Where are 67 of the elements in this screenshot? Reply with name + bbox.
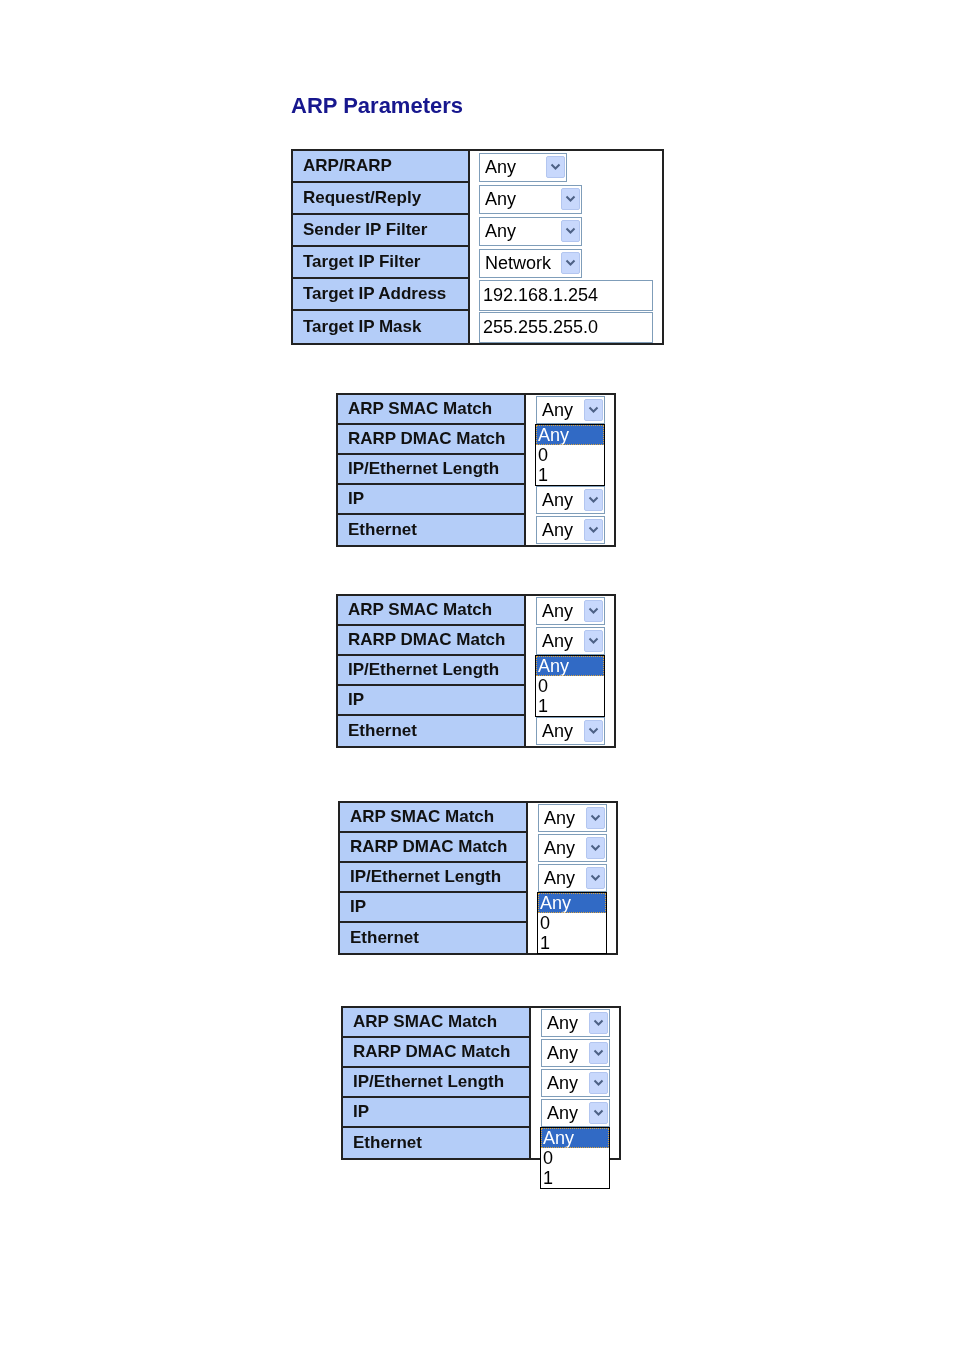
dropdown[interactable]: Any: [538, 804, 607, 832]
chevron-down-icon: [589, 1042, 608, 1064]
field-label: IP: [338, 686, 526, 716]
text-field[interactable]: 192.168.1.254: [479, 279, 653, 311]
field-label: ARP SMAC Match: [340, 803, 528, 833]
chevron-down-icon: [584, 399, 603, 421]
field-label: Target IP Filter: [293, 247, 470, 279]
dropdown[interactable]: Any: [541, 1069, 610, 1097]
dropdown[interactable]: Any: [536, 627, 605, 655]
chevron-down-icon: [586, 837, 605, 859]
dropdown[interactable]: Any: [479, 184, 582, 214]
chevron-down-icon: [584, 489, 603, 511]
field-label: ARP/RARP: [293, 151, 470, 183]
page-title: ARP Parameters: [291, 92, 464, 120]
chevron-down-icon: [561, 220, 580, 242]
chevron-down-icon: [586, 867, 605, 889]
chevron-down-icon: [584, 630, 603, 652]
chevron-down-icon: [589, 1072, 608, 1094]
dropdown[interactable]: Any: [541, 1009, 610, 1037]
field-label: IP/Ethernet Length: [340, 863, 528, 893]
dropdown[interactable]: Any: [479, 152, 567, 182]
field-label: Ethernet: [338, 716, 526, 746]
chevron-down-icon: [561, 188, 580, 210]
chevron-down-icon: [584, 519, 603, 541]
dropdown[interactable]: Network: [479, 248, 582, 278]
dropdown-option[interactable]: Any: [538, 893, 606, 913]
field-label: RARP DMAC Match: [340, 833, 528, 863]
field-label: RARP DMAC Match: [343, 1038, 531, 1068]
dropdown[interactable]: Any: [536, 516, 605, 544]
chevron-down-icon: [586, 807, 605, 829]
field-label: Target IP Mask: [293, 311, 470, 343]
dropdown-option[interactable]: Any: [541, 1128, 609, 1148]
field-label: Target IP Address: [293, 279, 470, 311]
field-label: Request/Reply: [293, 183, 470, 215]
field-label: Ethernet: [338, 515, 526, 545]
field-label: ARP SMAC Match: [343, 1008, 531, 1038]
chevron-down-icon: [584, 720, 603, 742]
field-label: Ethernet: [343, 1128, 531, 1158]
dropdown[interactable]: Any: [536, 486, 605, 514]
field-label: IP/Ethernet Length: [338, 455, 526, 485]
field-label: RARP DMAC Match: [338, 626, 526, 656]
field-label: IP: [340, 893, 528, 923]
field-label: IP: [338, 485, 526, 515]
field-label: Sender IP Filter: [293, 215, 470, 247]
dropdown[interactable]: Any: [541, 1039, 610, 1067]
chevron-down-icon: [546, 156, 565, 178]
chevron-down-icon: [589, 1102, 608, 1124]
field-label: RARP DMAC Match: [338, 425, 526, 455]
dropdown[interactable]: Any: [536, 717, 605, 745]
field-label: ARP SMAC Match: [338, 395, 526, 425]
field-label: IP: [343, 1098, 531, 1128]
dropdown[interactable]: Any: [538, 864, 607, 892]
dropdown[interactable]: Any: [536, 597, 605, 625]
dropdown[interactable]: Any: [479, 216, 582, 246]
field-label: IP/Ethernet Length: [338, 656, 526, 686]
text-field[interactable]: 255.255.255.0: [479, 311, 653, 343]
dropdown[interactable]: Any: [536, 396, 605, 424]
dropdown[interactable]: Any: [541, 1099, 610, 1127]
dropdown-option[interactable]: Any: [536, 656, 604, 676]
field-label: ARP SMAC Match: [338, 596, 526, 626]
dropdown-option[interactable]: Any: [536, 425, 604, 445]
field-label: Ethernet: [340, 923, 528, 953]
chevron-down-icon: [584, 600, 603, 622]
dropdown[interactable]: Any: [538, 834, 607, 862]
field-label: IP/Ethernet Length: [343, 1068, 531, 1098]
chevron-down-icon: [561, 252, 580, 274]
chevron-down-icon: [589, 1012, 608, 1034]
